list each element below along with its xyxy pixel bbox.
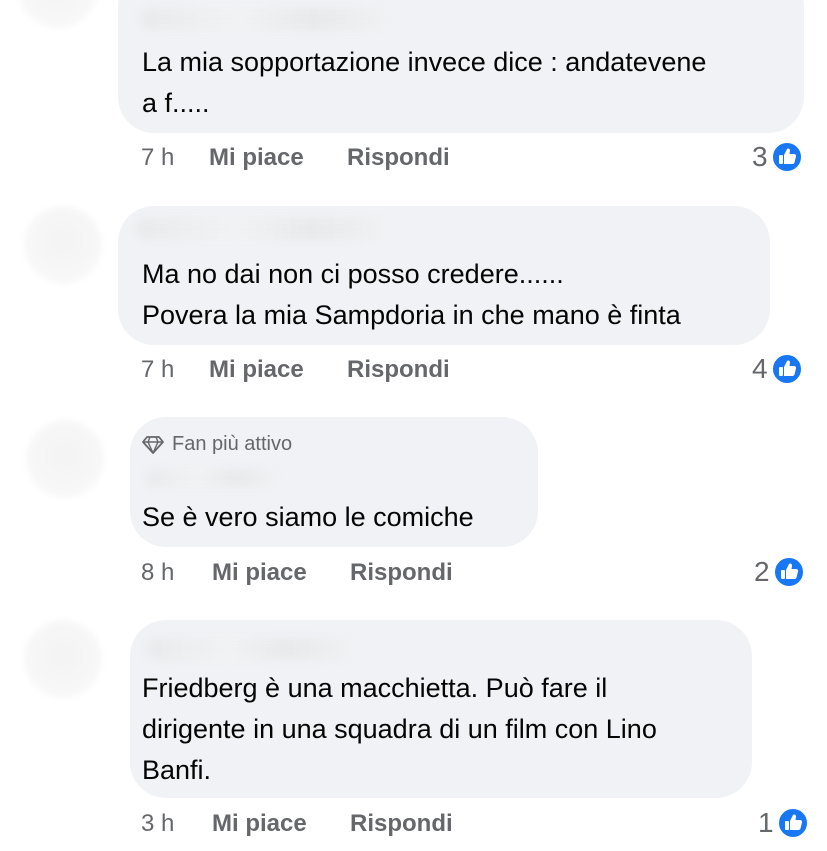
comment-text: Friedberg è una macchietta. Può fare il … — [142, 673, 657, 785]
like-thumbs-up-icon — [770, 353, 803, 385]
reaction-count: 4 — [752, 353, 768, 384]
reaction-summary[interactable]: 1 — [758, 807, 809, 839]
comment-text: La mia sopportazione invece dice : andat… — [142, 47, 707, 118]
reply-button[interactable]: Rispondi — [347, 356, 450, 384]
diamond-icon — [142, 435, 164, 454]
top-fan-badge: Fan più attivo — [142, 433, 292, 456]
reaction-count: 3 — [752, 141, 768, 172]
reply-button[interactable]: Rispondi — [347, 144, 450, 172]
comment-bubble: Fan più attivo Se è vero siamo le comich… — [130, 417, 538, 547]
like-thumbs-up-icon — [770, 141, 803, 173]
avatar[interactable] — [26, 420, 104, 498]
badge-label: Fan più attivo — [172, 433, 293, 455]
like-thumbs-up-icon — [772, 556, 805, 588]
comment-bubble: La mia sopportazione invece dice : andat… — [118, 0, 804, 133]
commenter-name[interactable] — [140, 8, 388, 30]
comment-text: Ma no dai non ci posso credere...... Pov… — [142, 259, 681, 330]
reaction-summary[interactable]: 3 — [752, 141, 803, 173]
commenter-name[interactable] — [146, 638, 352, 660]
reaction-summary[interactable]: 2 — [754, 556, 805, 588]
avatar[interactable] — [24, 206, 102, 284]
comment-timestamp[interactable]: 7 h — [141, 144, 209, 172]
comment-actions: 7 h Mi piace Rispondi — [141, 144, 450, 172]
comment-bubble: Ma no dai non ci posso credere...... Pov… — [118, 206, 770, 345]
avatar[interactable] — [24, 620, 102, 698]
like-button[interactable]: Mi piace — [212, 810, 350, 838]
commenter-name[interactable] — [136, 218, 386, 240]
comment-actions: 8 h Mi piace Rispondi — [141, 559, 453, 587]
like-thumbs-up-icon — [776, 807, 809, 839]
comment-text: Se è vero siamo le comiche — [142, 502, 474, 532]
reaction-count: 1 — [758, 807, 774, 838]
comment-bubble: Friedberg è una macchietta. Può fare il … — [130, 620, 752, 798]
comment-actions: 3 h Mi piace Rispondi — [141, 810, 453, 838]
like-button[interactable]: Mi piace — [212, 559, 350, 587]
reaction-count: 2 — [754, 556, 770, 587]
comment-timestamp[interactable]: 3 h — [141, 810, 212, 838]
comment-actions: 7 h Mi piace Rispondi — [141, 356, 450, 384]
comment-timestamp[interactable]: 8 h — [141, 559, 212, 587]
avatar[interactable] — [18, 0, 98, 28]
reply-button[interactable]: Rispondi — [350, 810, 453, 838]
comment-timestamp[interactable]: 7 h — [141, 356, 209, 384]
like-button[interactable]: Mi piace — [209, 144, 347, 172]
like-button[interactable]: Mi piace — [209, 356, 347, 384]
reply-button[interactable]: Rispondi — [350, 559, 453, 587]
commenter-name[interactable] — [146, 469, 276, 487]
reaction-summary[interactable]: 4 — [752, 353, 803, 385]
